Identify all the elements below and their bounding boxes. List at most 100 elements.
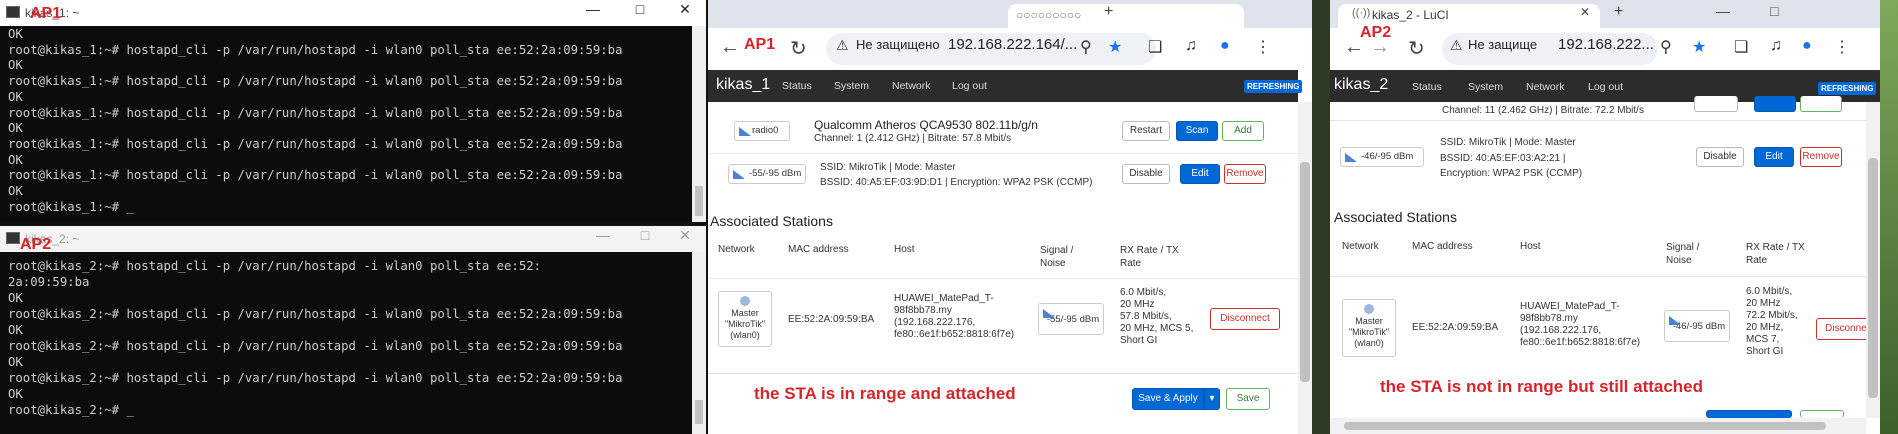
menu-network[interactable]: Network	[892, 80, 931, 92]
close-tab-icon[interactable]: ✕	[1580, 5, 1590, 19]
wifi-tab-icon: ((·))	[1352, 7, 1371, 19]
terminal-line: 2a:09:59:ba	[8, 275, 90, 289]
terminal-scrollbar[interactable]	[692, 26, 706, 222]
maximize-icon[interactable]: □	[625, 227, 665, 243]
wifi-line-2: BSSID: 40:A5:EF:03:A2:21 |	[1440, 153, 1566, 164]
reload-icon[interactable]: ↻	[1408, 36, 1425, 61]
menu-status[interactable]: Status	[1412, 81, 1442, 93]
station-signal-badge: -55/-95 dBm	[1038, 303, 1104, 335]
menu-system[interactable]: System	[834, 80, 869, 92]
menu-status[interactable]: Status	[782, 80, 812, 92]
active-tab[interactable]: ○○○○○○○○○	[1008, 4, 1244, 28]
disconnect-button[interactable]: Disconnect	[1210, 308, 1280, 330]
tab-title: kikas_2 - LuCI	[1372, 8, 1449, 22]
page-scrollbar[interactable]	[1866, 102, 1880, 418]
radio-info: Channel: 1 (2.412 GHz) | Bitrate: 57.8 M…	[814, 133, 1012, 144]
extensions-icon[interactable]: ❏	[1148, 37, 1162, 57]
profile-icon[interactable]: ●	[1802, 37, 1812, 55]
bookmark-star-icon[interactable]: ★	[1108, 37, 1122, 57]
media-icon[interactable]: ♫	[1185, 37, 1197, 55]
terminal-line: OK	[8, 152, 23, 167]
terminal-titlebar[interactable]: kikas_1: ~ — □ ✕	[0, 0, 706, 26]
restart-button[interactable]	[1694, 96, 1738, 112]
luci-header: kikas_1 Status System Network Log out RE…	[708, 70, 1303, 102]
profile-icon[interactable]: ●	[1220, 37, 1230, 55]
browser-window-2[interactable]: kikas_2 - LuCI ((·)) ✕ + — □ ← AP2 → ↻ ⚠…	[1330, 0, 1880, 434]
disable-button[interactable]: Disable	[1696, 147, 1744, 167]
bookmark-star-icon[interactable]: ★	[1692, 37, 1706, 57]
maximize-icon[interactable]: □	[620, 1, 660, 17]
terminal-output[interactable]: OK root@kikas_1:~# hostapd_cli -p /var/ru…	[8, 27, 690, 215]
menu-icon[interactable]: ⋮	[1834, 37, 1850, 57]
terminal-output[interactable]: root@kikas_2:~# hostapd_cli -p /var/run/…	[8, 258, 690, 418]
col-network: Network	[1342, 241, 1379, 252]
save-apply-button[interactable]: Save & Apply	[1132, 388, 1204, 410]
remove-button[interactable]: Remove	[1800, 147, 1842, 167]
zoom-icon[interactable]: ⚲	[1660, 37, 1672, 57]
add-button[interactable]: Add	[1222, 121, 1264, 141]
menu-icon[interactable]: ⋮	[1255, 37, 1271, 57]
media-icon[interactable]: ♫	[1770, 37, 1782, 55]
ap1-label: AP1	[744, 36, 776, 53]
scan-button[interactable]: Scan	[1176, 121, 1218, 141]
restart-button[interactable]: Restart	[1122, 121, 1170, 141]
address-bar-row: ← AP1 ↻ ⚠ Не защищено 192.168.222.164/..…	[708, 28, 1312, 70]
terminal-window-2[interactable]: kikas_2: ~ — □ ✕ root@kikas_2:~# hostapd…	[0, 226, 706, 434]
reload-icon[interactable]: ↻	[790, 36, 807, 61]
chevron-down-icon: ▾	[1209, 393, 1215, 404]
terminal-window-1[interactable]: kikas_1: ~ — □ ✕ OK root@kikas_1:~# hosta…	[0, 0, 706, 222]
tab-icons: ○○○○○○○○○	[1016, 8, 1082, 22]
scan-button[interactable]	[1754, 96, 1796, 112]
add-tab-icon[interactable]: +	[1614, 3, 1623, 21]
station-host: HUAWEI_MatePad_T- 98f8bb78.my (192.168.222…	[1520, 301, 1641, 348]
ap1-label: AP1	[30, 5, 62, 22]
remove-button[interactable]: Remove	[1224, 164, 1266, 184]
menu-logout[interactable]: Log out	[1588, 81, 1623, 93]
url-text[interactable]: 192.168.222...	[1558, 36, 1654, 53]
edit-button[interactable]: Edit	[1754, 147, 1794, 167]
url-text[interactable]: 192.168.222.164/...	[948, 36, 1077, 53]
station-network-badge: Master "MikroTik" (wlan0)	[1342, 299, 1396, 357]
minimize-icon[interactable]: —	[1716, 3, 1730, 19]
menu-system[interactable]: System	[1468, 81, 1503, 93]
terminal-line: OK	[8, 58, 23, 73]
add-button[interactable]	[1800, 96, 1842, 112]
zoom-icon[interactable]: ⚲	[1080, 37, 1092, 57]
minimize-icon[interactable]: —	[573, 1, 613, 17]
edit-button[interactable]: Edit	[1180, 164, 1220, 184]
menu-logout[interactable]: Log out	[952, 80, 987, 92]
save-apply-dropdown[interactable]: ▾	[1204, 388, 1220, 410]
save-button[interactable]: Save	[1226, 388, 1270, 410]
maximize-icon[interactable]: □	[1770, 3, 1778, 19]
col-rate: RX Rate / TX Rate	[1746, 242, 1805, 266]
security-indicator[interactable]: Не защищено	[856, 37, 940, 52]
terminal-line: root@kikas_1:~# _	[8, 199, 134, 214]
save-apply-button[interactable]	[1706, 410, 1792, 418]
terminal-titlebar[interactable]: kikas_2: ~ — □ ✕	[0, 226, 706, 252]
menu-network[interactable]: Network	[1526, 81, 1565, 93]
page-scrollbar[interactable]	[1298, 102, 1312, 434]
horizontal-scrollbar[interactable]	[1330, 418, 1866, 434]
wifi-line-3: Encryption: WPA2 PSK (CCMP)	[1440, 168, 1583, 179]
close-icon[interactable]: ✕	[665, 1, 705, 18]
browser-window-1[interactable]: ○○○○○○○○○ + ← AP1 ↻ ⚠ Не защищено 192.16…	[708, 0, 1312, 434]
close-icon[interactable]: ✕	[665, 227, 705, 244]
disable-button[interactable]: Disable	[1122, 164, 1170, 184]
terminal-icon	[6, 232, 20, 244]
back-icon[interactable]: ←	[720, 36, 740, 59]
warning-icon: ⚠	[1450, 37, 1463, 53]
terminal-scrollbar[interactable]	[692, 252, 706, 434]
brand-hostname[interactable]: kikas_1	[716, 76, 770, 94]
add-tab-icon[interactable]: +	[1104, 3, 1113, 21]
terminal-line: root@kikas_1:~# hostapd_cli -p /var/run/…	[8, 168, 623, 183]
brand-hostname[interactable]: kikas_2	[1334, 76, 1388, 94]
extensions-icon[interactable]: ❏	[1734, 37, 1748, 57]
security-indicator[interactable]: Не защище	[1468, 37, 1537, 52]
desktop-background	[1312, 0, 1330, 434]
minimize-icon[interactable]: —	[583, 227, 623, 243]
save-button[interactable]	[1800, 410, 1844, 418]
forward-icon[interactable]: →	[1370, 36, 1390, 59]
address-bar-row: ← AP2 → ↻ ⚠ Не защище 192.168.222... ⚲ ★…	[1330, 24, 1880, 70]
associated-stations-heading: Associated Stations	[710, 213, 833, 229]
terminal-line: root@kikas_2:~# hostapd_cli -p /var/run/…	[8, 371, 623, 385]
